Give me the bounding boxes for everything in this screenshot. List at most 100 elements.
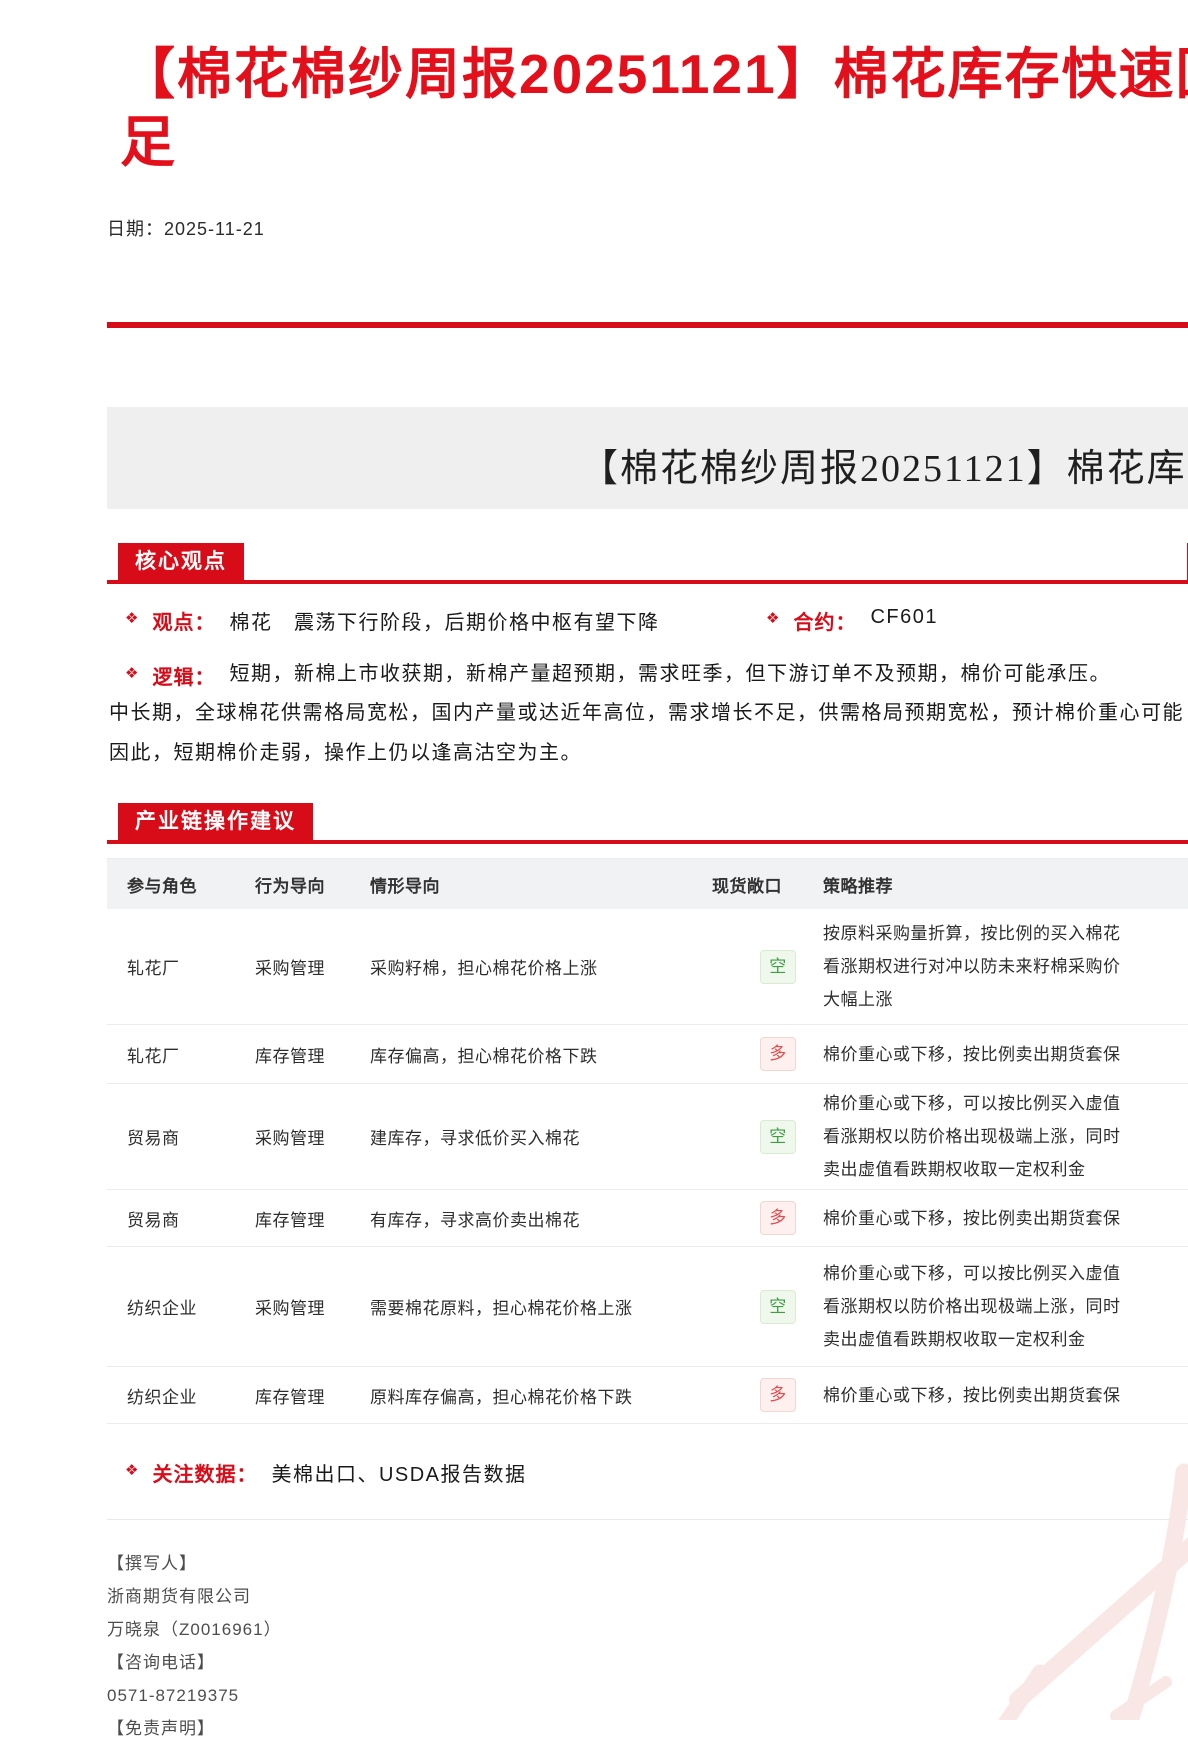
strategy-line: 看涨期权进行对冲以防未来籽棉采购价 (823, 950, 1188, 983)
advice-table-body: 轧花厂采购管理采购籽棉，担心棉花价格上涨空按原料采购量折算，按比例的买入棉花看涨… (107, 909, 1188, 1423)
page-title-line2: 足 (120, 108, 1188, 176)
cell-behavior: 采购管理 (255, 1124, 370, 1149)
cell-behavior: 库存管理 (255, 1383, 370, 1408)
logic-line-3: 因此，短期棉价走弱，操作上仍以逢高沽空为主。 (109, 737, 1188, 770)
cell-scenario: 建库存，寻求低价买入棉花 (370, 1124, 700, 1149)
report-date: 日期：2025-11-21 (107, 215, 1188, 241)
column-header: 策略推荐 (823, 872, 1188, 897)
cell-exposure: 多 (700, 1201, 823, 1235)
banner-title: 【棉花棉纱周报20251121】棉花库 (580, 437, 1187, 492)
footer-divider (107, 1519, 1188, 1520)
strategy-line: 看涨期权以防价格出现极端上涨，同时 (823, 1290, 1188, 1323)
viewpoint-label: 观点： (152, 606, 215, 635)
table-row: 轧花厂库存管理库存偏高，担心棉花价格下跌 多棉价重心或下移，按比例卖出期货套保 (107, 1024, 1188, 1083)
column-header: 现货敞口 (700, 872, 823, 897)
exposure-badge: 多 (760, 1378, 796, 1412)
advice-section-tab: 产业链操作建议 (118, 803, 313, 840)
footer-line: 浙商期货有限公司 (107, 1580, 1188, 1613)
cell-exposure: 空 (700, 950, 823, 984)
cell-exposure: 空 (700, 1290, 823, 1324)
cell-scenario: 库存偏高，担心棉花价格下跌 (370, 1042, 700, 1067)
column-header: 行为导向 (255, 872, 370, 897)
advice-table-header: 参与角色行为导向情形导向现货敞口策略推荐 (107, 859, 1188, 909)
table-row: 纺织企业采购管理需要棉花原料，担心棉花价格上涨 空棉价重心或下移，可以按比例买入虚… (107, 1246, 1188, 1366)
red-divider-rule (107, 322, 1188, 328)
exposure-badge: 空 (760, 950, 796, 984)
viewpoint-value: 棉花 震荡下行阶段，后期价格中枢有望下降 (229, 606, 659, 635)
focus-data-row: ❖ 关注数据： 美棉出口、USDA报告数据 (107, 1458, 1188, 1487)
exposure-badge: 空 (760, 1290, 796, 1324)
page-title: 【棉花棉纱周报20251121】棉花库存快速回 足 (120, 40, 1188, 176)
focus-data-value: 美棉出口、USDA报告数据 (271, 1458, 526, 1487)
logic-line-2: 中长期，全球棉花供需格局宽松，国内产量或达近年高位，需求增长不足，供需格局预期宽… (109, 697, 1188, 730)
cell-scenario: 采购籽棉，担心棉花价格上涨 (370, 954, 700, 979)
cell-behavior: 采购管理 (255, 1294, 370, 1319)
cell-participant: 贸易商 (107, 1124, 255, 1149)
contract-label: 合约： (793, 606, 856, 635)
footer-line: 万晓泉（Z0016961） (107, 1613, 1188, 1646)
table-row: 贸易商库存管理有库存，寻求高价卖出棉花 多棉价重心或下移，按比例卖出期货套保 (107, 1189, 1188, 1246)
strategy-line: 棉价重心或下移，按比例卖出期货套保 (823, 1379, 1188, 1412)
cell-exposure: 空 (700, 1120, 823, 1154)
cell-strategy: 棉价重心或下移，可以按比例买入虚值看涨期权以防价格出现极端上涨，同时卖出虚值看跌… (823, 1087, 1188, 1186)
cell-strategy: 棉价重心或下移，按比例卖出期货套保 (823, 1038, 1188, 1071)
cell-participant: 轧花厂 (107, 954, 255, 979)
focus-data-label: 关注数据： (152, 1458, 257, 1487)
strategy-line: 棉价重心或下移，可以按比例买入虚值 (823, 1257, 1188, 1290)
footer-line: 0571-87219375 (107, 1679, 1188, 1712)
strategy-line: 卖出虚值看跌期权收取一定权利金 (823, 1153, 1188, 1186)
table-row: 纺织企业库存管理原料库存偏高，担心棉花价格下跌 多棉价重心或下移，按比例卖出期货套… (107, 1366, 1188, 1423)
cell-exposure: 多 (700, 1378, 823, 1412)
core-section-header: 核心观点 (107, 543, 1188, 584)
cell-scenario: 原料库存偏高，担心棉花价格下跌 (370, 1383, 700, 1408)
strategy-line: 棉价重心或下移，可以按比例买入虚值 (823, 1087, 1188, 1120)
footer-line: 【免责声明】 (107, 1712, 1188, 1745)
strategy-line: 看涨期权以防价格出现极端上涨，同时 (823, 1120, 1188, 1153)
diamond-bullet-icon: ❖ (125, 1461, 138, 1479)
exposure-badge: 多 (760, 1201, 796, 1235)
viewpoint-row: ❖ 观点： 棉花 震荡下行阶段，后期价格中枢有望下降 ❖ 合约： CF601 (107, 606, 1188, 635)
cell-behavior: 采购管理 (255, 954, 370, 979)
footer-line: 【撰写人】 (107, 1547, 1188, 1580)
strategy-line: 按原料采购量折算，按比例的买入棉花 (823, 917, 1188, 950)
contract-group: ❖ 合约： CF601 (748, 606, 938, 635)
logic-line-1: 短期，新棉上市收获期，新棉产量超预期，需求旺季，但下游订单不及预期，棉价可能承压… (229, 661, 1111, 687)
cell-participant: 轧花厂 (107, 1042, 255, 1067)
cell-scenario: 有库存，寻求高价卖出棉花 (370, 1206, 700, 1231)
contract-value: CF601 (870, 606, 938, 629)
strategy-line: 卖出虚值看跌期权收取一定权利金 (823, 1323, 1188, 1356)
cell-participant: 纺织企业 (107, 1294, 255, 1319)
core-section-tab: 核心观点 (118, 543, 244, 580)
cell-scenario: 需要棉花原料，担心棉花价格上涨 (370, 1294, 700, 1319)
page-title-line1: 【棉花棉纱周报20251121】棉花库存快速回 (120, 40, 1188, 108)
advice-table: 参与角色行为导向情形导向现货敞口策略推荐 轧花厂采购管理采购籽棉，担心棉花价格上… (107, 858, 1188, 1424)
cell-participant: 纺织企业 (107, 1383, 255, 1408)
cell-participant: 贸易商 (107, 1206, 255, 1231)
cell-exposure: 多 (700, 1037, 823, 1071)
exposure-badge: 空 (760, 1120, 796, 1154)
strategy-line: 棉价重心或下移，按比例卖出期货套保 (823, 1202, 1188, 1235)
cell-strategy: 棉价重心或下移，可以按比例买入虚值看涨期权以防价格出现极端上涨，同时卖出虚值看跌… (823, 1257, 1188, 1356)
diamond-bullet-icon: ❖ (125, 609, 138, 627)
table-row: 轧花厂采购管理采购籽棉，担心棉花价格上涨 空按原料采购量折算，按比例的买入棉花看涨… (107, 909, 1188, 1024)
table-row: 贸易商采购管理建库存，寻求低价买入棉花 空棉价重心或下移，可以按比例买入虚值看涨期… (107, 1083, 1188, 1189)
cell-strategy: 棉价重心或下移，按比例卖出期货套保 (823, 1379, 1188, 1412)
strategy-line: 棉价重心或下移，按比例卖出期货套保 (823, 1038, 1188, 1071)
report-banner: 【棉花棉纱周报20251121】棉花库 (107, 407, 1188, 509)
logic-label: 逻辑： (152, 661, 215, 690)
diamond-bullet-icon: ❖ (125, 664, 138, 682)
diamond-bullet-icon: ❖ (766, 609, 779, 627)
exposure-badge: 多 (760, 1037, 796, 1071)
advice-section-header: 产业链操作建议 (107, 803, 1188, 844)
footer-line: 【咨询电话】 (107, 1646, 1188, 1679)
cell-strategy: 棉价重心或下移，按比例卖出期货套保 (823, 1202, 1188, 1235)
strategy-line: 大幅上涨 (823, 983, 1188, 1016)
report-footer: 【撰写人】浙商期货有限公司万晓泉（Z0016961）【咨询电话】0571-872… (107, 1547, 1188, 1745)
cell-behavior: 库存管理 (255, 1206, 370, 1231)
column-header: 情形导向 (370, 872, 700, 897)
column-header: 参与角色 (107, 872, 255, 897)
cell-strategy: 按原料采购量折算，按比例的买入棉花看涨期权进行对冲以防未来籽棉采购价大幅上涨 (823, 917, 1188, 1016)
cell-behavior: 库存管理 (255, 1042, 370, 1067)
report-page: 【棉花棉纱周报20251121】棉花库存快速回 足 日期：2025-11-21 … (0, 40, 1188, 1745)
logic-paragraph: ❖ 逻辑： 短期，新棉上市收获期，新棉产量超预期，需求旺季，但下游订单不及预期，… (107, 661, 1188, 770)
